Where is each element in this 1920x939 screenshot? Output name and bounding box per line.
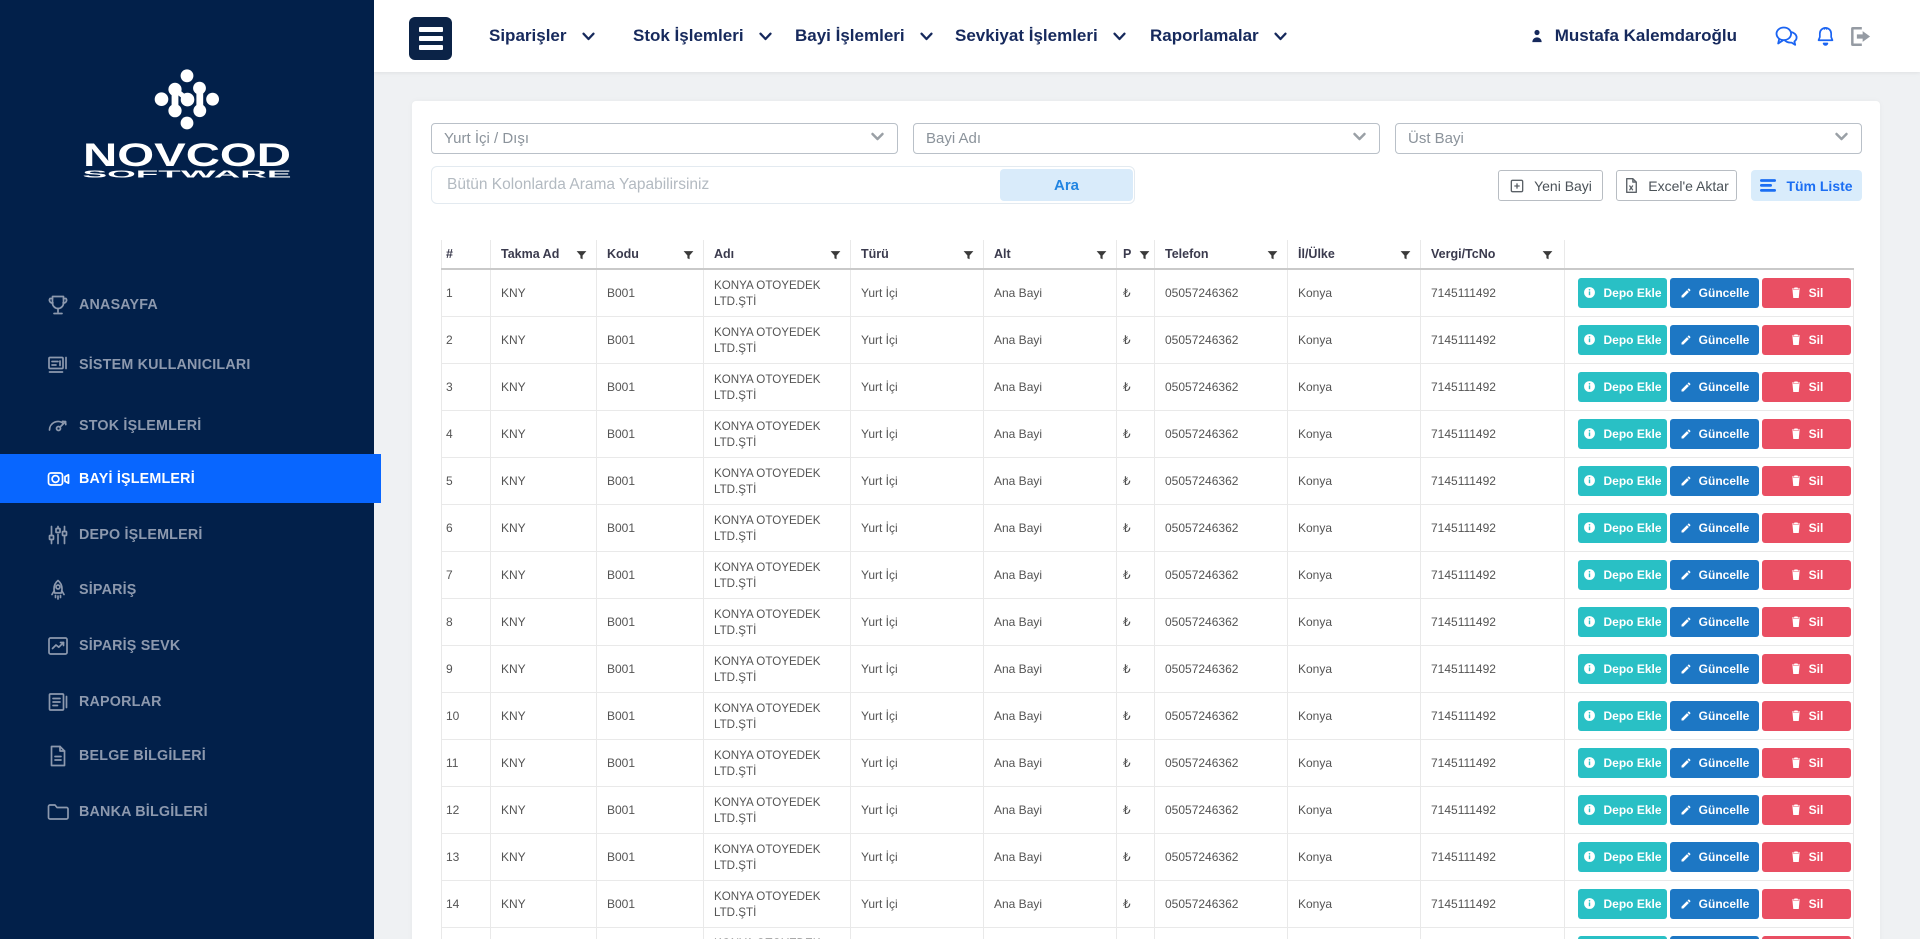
svg-text:SOFTWARE: SOFTWARE [83, 170, 293, 181]
svg-text:NOVCOD: NOVCOD [83, 137, 291, 173]
